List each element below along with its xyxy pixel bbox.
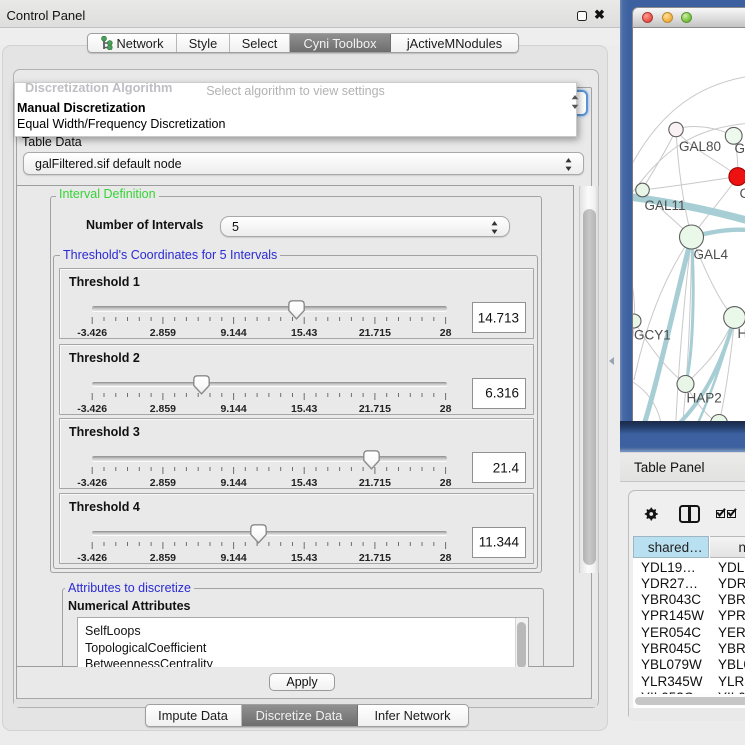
svg-text:H: H	[738, 326, 745, 341]
svg-text:C: C	[740, 186, 745, 201]
svg-text:GCY1: GCY1	[634, 328, 671, 343]
svg-text:GA: GA	[735, 141, 745, 156]
svg-text:GAL4: GAL4	[694, 247, 729, 262]
svg-text:GAL80: GAL80	[679, 139, 721, 154]
svg-text:GAL11: GAL11	[645, 198, 686, 213]
svg-text:HAP2: HAP2	[687, 391, 722, 406]
